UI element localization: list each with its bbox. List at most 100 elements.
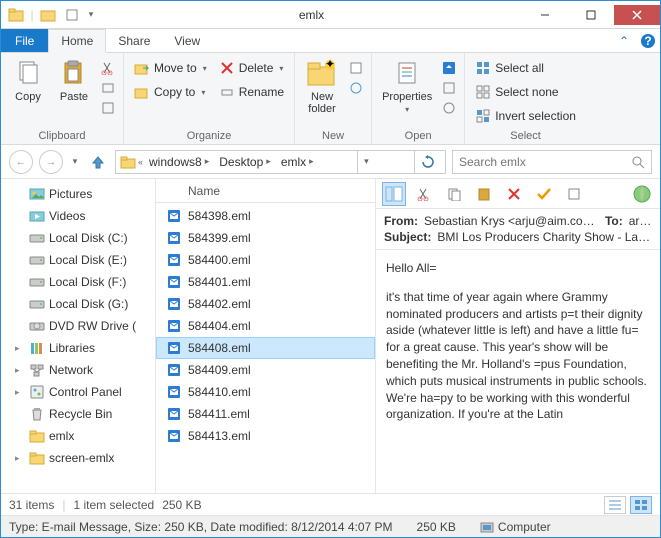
qat-separator: |	[29, 4, 35, 26]
select-none-button[interactable]: Select none	[471, 81, 580, 103]
pictures-icon	[29, 186, 45, 202]
crumb-2[interactable]: emlx▸	[277, 155, 318, 169]
details-view-button[interactable]	[604, 496, 626, 514]
navigation-pane[interactable]: PicturesVideosLocal Disk (C:)Local Disk …	[1, 179, 156, 493]
file-item[interactable]: 584413.eml	[156, 425, 375, 447]
maximize-button[interactable]	[568, 5, 614, 25]
new-item-icon[interactable]	[347, 59, 365, 77]
select-all-button[interactable]: Select all	[471, 57, 580, 79]
tree-expander[interactable]: ▸	[15, 453, 25, 464]
help-icon[interactable]: ?	[636, 29, 660, 52]
breadcrumb-chev[interactable]: «	[138, 157, 143, 167]
copy-path-icon[interactable]	[99, 79, 117, 97]
delete-button[interactable]: Delete▾	[215, 57, 288, 79]
quick-access-toolbar: | ▾	[1, 4, 101, 26]
file-item[interactable]: 584404.eml	[156, 315, 375, 337]
nav-item[interactable]: Videos	[1, 205, 155, 227]
close-button[interactable]	[614, 5, 660, 25]
nav-item[interactable]: Local Disk (C:)	[1, 227, 155, 249]
explorer-icon[interactable]	[5, 4, 27, 26]
copy-icon[interactable]	[442, 182, 466, 206]
column-header-name[interactable]: Name	[156, 179, 375, 203]
file-item[interactable]: 584398.eml	[156, 205, 375, 227]
paste-shortcut-icon[interactable]	[99, 99, 117, 117]
file-item[interactable]: 584399.eml	[156, 227, 375, 249]
file-item[interactable]: 584402.eml	[156, 293, 375, 315]
file-name: 584398.eml	[188, 209, 251, 223]
nav-item[interactable]: ▸screen-emlx	[1, 447, 155, 469]
delete-icon[interactable]	[502, 182, 526, 206]
open-label: Open	[378, 128, 458, 144]
preview-body[interactable]: Hello All= it's that time of year again …	[376, 250, 660, 493]
file-item[interactable]: 584411.eml	[156, 403, 375, 425]
search-input[interactable]	[459, 155, 625, 169]
rename-button[interactable]: Rename	[215, 81, 288, 103]
svg-text:?: ?	[644, 34, 651, 48]
search-icon[interactable]	[631, 155, 645, 169]
nav-item[interactable]: ▸Network	[1, 359, 155, 381]
folder-icon	[29, 428, 45, 444]
properties-icon[interactable]	[562, 182, 586, 206]
nav-item[interactable]: Pictures	[1, 183, 155, 205]
invert-selection-button[interactable]: Invert selection	[471, 105, 580, 127]
home-tab[interactable]: Home	[48, 29, 106, 53]
minimize-button[interactable]	[522, 5, 568, 25]
forward-button[interactable]: →	[39, 150, 63, 174]
videos-icon	[29, 208, 45, 224]
nav-item[interactable]: ▸Libraries	[1, 337, 155, 359]
copy-to-button[interactable]: Copy to▾	[130, 81, 211, 103]
tree-expander[interactable]: ▸	[15, 365, 25, 376]
file-item[interactable]: 584409.eml	[156, 359, 375, 381]
history-dropdown[interactable]: ▾	[69, 156, 81, 167]
paste-icon[interactable]	[472, 182, 496, 206]
open-icon[interactable]	[440, 59, 458, 77]
refresh-button[interactable]	[414, 151, 441, 173]
chevron-down-icon: ▾	[203, 64, 207, 73]
nav-item[interactable]: Recycle Bin	[1, 403, 155, 425]
nav-item[interactable]: Local Disk (F:)	[1, 271, 155, 293]
icons-view-button[interactable]	[630, 496, 652, 514]
move-to-button[interactable]: Move to▾	[130, 57, 211, 79]
nav-label: Local Disk (F:)	[49, 275, 126, 289]
nav-item[interactable]: Local Disk (E:)	[1, 249, 155, 271]
back-button[interactable]: ←	[9, 150, 33, 174]
file-name: 584411.eml	[188, 407, 250, 421]
file-item[interactable]: 584400.eml	[156, 249, 375, 271]
qat-item-icon[interactable]	[61, 4, 83, 26]
crumb-0[interactable]: windows8▸	[145, 155, 213, 169]
tree-expander[interactable]: ▸	[15, 343, 25, 354]
file-tab[interactable]: File	[1, 29, 48, 52]
nav-item[interactable]: Local Disk (G:)	[1, 293, 155, 315]
nav-item[interactable]: emlx	[1, 425, 155, 447]
cut-icon[interactable]	[99, 59, 117, 77]
tree-expander[interactable]: ▸	[15, 387, 25, 398]
ribbon-collapse-icon[interactable]: ⌃	[612, 29, 636, 52]
cut-icon[interactable]	[412, 182, 436, 206]
search-box[interactable]	[452, 150, 652, 174]
qat-dropdown-icon[interactable]: ▾	[85, 4, 97, 26]
file-name: 584399.eml	[188, 231, 251, 245]
file-items[interactable]: 584398.eml 584399.eml 584400.eml584401.eml…	[156, 203, 375, 493]
check-icon[interactable]	[532, 182, 556, 206]
nav-item[interactable]: DVD RW Drive (	[1, 315, 155, 337]
new-folder-button[interactable]: ✦ New folder	[301, 55, 343, 117]
address-dropdown[interactable]: ▾	[357, 151, 375, 173]
copy-button[interactable]: Copy	[7, 55, 49, 105]
breadcrumb[interactable]: « windows8▸ Desktop▸ emlx▸ ▾	[115, 150, 446, 174]
up-button[interactable]	[87, 151, 109, 173]
preview-mode-icon[interactable]	[382, 182, 406, 206]
shell-icon[interactable]	[630, 182, 654, 206]
view-tab[interactable]: View	[162, 29, 212, 52]
easy-access-icon[interactable]	[347, 79, 365, 97]
share-tab[interactable]: Share	[106, 29, 162, 52]
crumb-1[interactable]: Desktop▸	[215, 155, 275, 169]
file-item[interactable]: 584401.eml	[156, 271, 375, 293]
history-icon[interactable]	[440, 99, 458, 117]
new-folder-icon[interactable]	[37, 4, 59, 26]
edit-icon[interactable]	[440, 79, 458, 97]
paste-button[interactable]: Paste	[53, 55, 95, 105]
nav-item[interactable]: ▸Control Panel	[1, 381, 155, 403]
file-item[interactable]: 584408.eml	[156, 337, 375, 359]
properties-button[interactable]: Properties ▾	[378, 55, 436, 116]
file-item[interactable]: 584410.eml	[156, 381, 375, 403]
